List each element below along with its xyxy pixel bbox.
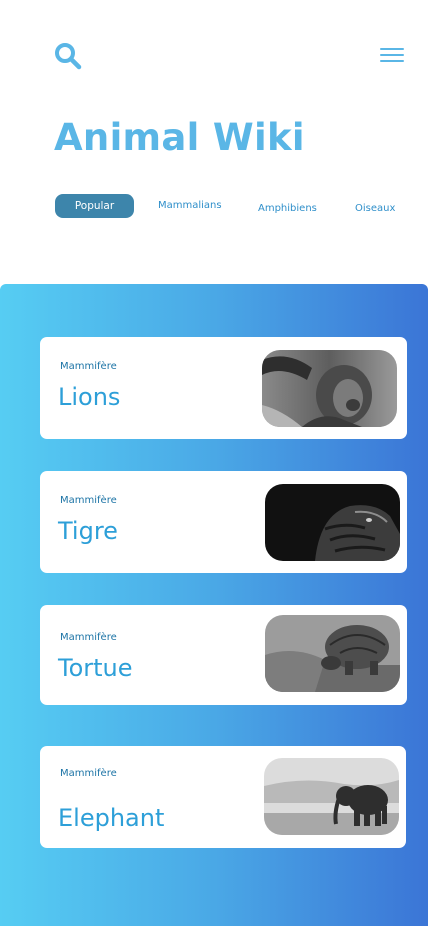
- lion-photo: [262, 350, 397, 427]
- card-category: Mammifère: [60, 768, 117, 779]
- card-category: Mammifère: [60, 632, 117, 643]
- tab-mammalians[interactable]: Mammalians: [158, 194, 222, 218]
- card-category: Mammifère: [60, 495, 117, 506]
- card-title: Tigre: [58, 517, 118, 545]
- menu-line: [380, 60, 404, 62]
- tab-popular[interactable]: Popular: [55, 194, 134, 218]
- tab-oiseaux[interactable]: Oiseaux: [355, 197, 395, 221]
- menu-line: [380, 54, 404, 56]
- card-title: Tortue: [58, 654, 133, 682]
- menu-line: [380, 48, 404, 50]
- animal-card-elephant[interactable]: Mammifère Elephant: [40, 746, 406, 848]
- category-tabs: Popular Mammalians Amphibiens Oiseaux: [55, 194, 415, 218]
- card-title: Elephant: [58, 804, 165, 832]
- animal-card-lions[interactable]: Mammifère Lions: [40, 337, 407, 439]
- animal-card-tortue[interactable]: Mammifère Tortue: [40, 605, 407, 705]
- search-icon[interactable]: [54, 42, 82, 70]
- animal-card-tigre[interactable]: Mammifère Tigre: [40, 471, 407, 573]
- card-category: Mammifère: [60, 361, 117, 372]
- page-title: Animal Wiki: [54, 116, 305, 159]
- tortoise-photo: [265, 615, 400, 692]
- elephant-photo: [264, 758, 399, 835]
- tiger-photo: [265, 484, 400, 561]
- menu-icon[interactable]: [380, 48, 404, 66]
- card-title: Lions: [58, 383, 121, 411]
- tab-amphibiens[interactable]: Amphibiens: [258, 197, 317, 221]
